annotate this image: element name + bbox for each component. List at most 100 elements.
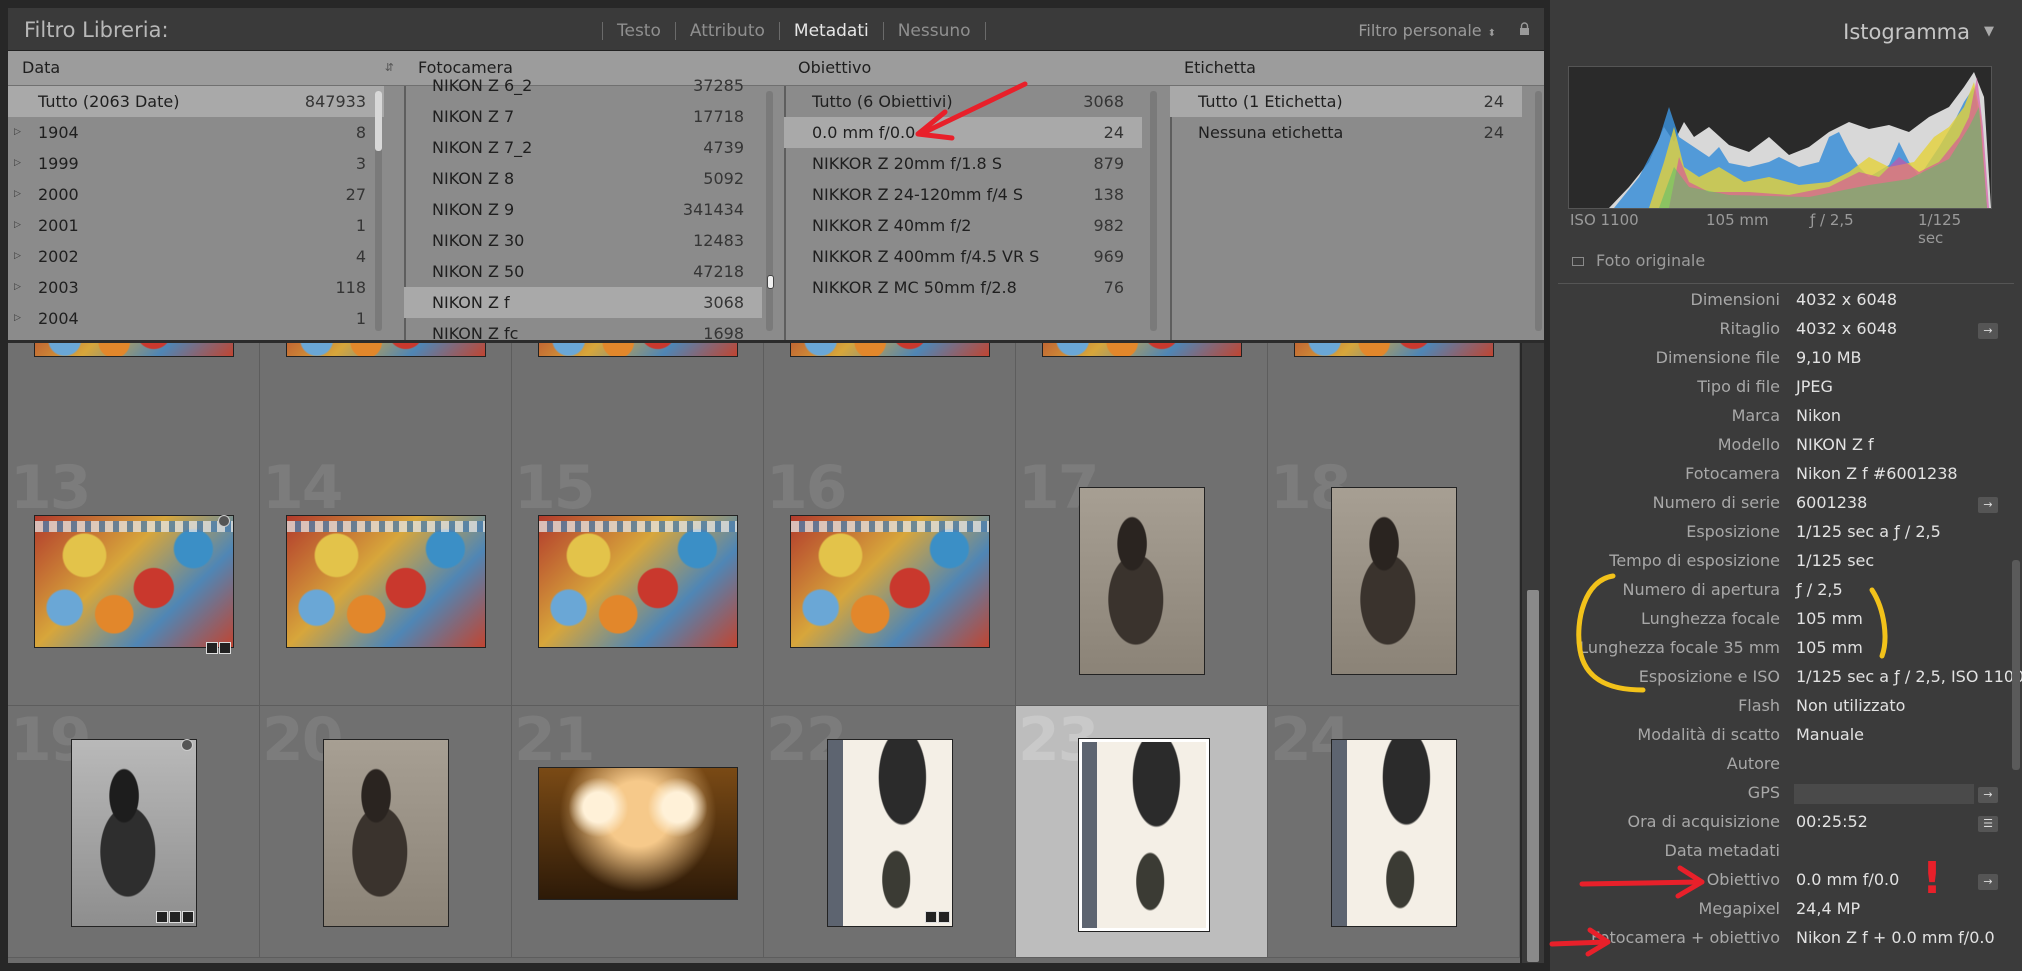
- filter-serial-arrow-icon[interactable]: →: [1978, 497, 1998, 513]
- list-item[interactable]: ▷ 2000 27: [8, 179, 384, 210]
- photo-thumbnail[interactable]: [1331, 739, 1457, 927]
- column-header[interactable]: Obiettivo: [784, 51, 1170, 86]
- photo-thumbnail[interactable]: [34, 343, 234, 357]
- grid-scroll-thumb[interactable]: [1527, 590, 1539, 962]
- column-header[interactable]: Data ⇵: [8, 51, 404, 86]
- expand-triangle-icon[interactable]: ▷: [14, 179, 21, 210]
- photo-thumbnail[interactable]: [1294, 343, 1494, 357]
- checkbox-icon[interactable]: [1572, 257, 1584, 266]
- photo-thumbnail[interactable]: [1078, 738, 1210, 932]
- gps-arrow-icon[interactable]: →: [1978, 787, 1998, 803]
- list-item[interactable]: ▷ 2004 1: [8, 303, 384, 334]
- list-item[interactable]: ▷ 1999 3: [8, 148, 384, 179]
- collapse-triangle-icon[interactable]: ▼: [1984, 24, 1994, 39]
- flag-circle-icon[interactable]: [181, 739, 193, 751]
- list-item[interactable]: NIKKOR Z 24-120mm f/4 S 138: [784, 179, 1142, 210]
- metadata-badge-icon[interactable]: [169, 911, 181, 923]
- list-item[interactable]: NIKON Z 50 47218: [404, 256, 762, 287]
- grid-cell[interactable]: 20: [260, 706, 512, 958]
- photo-thumbnail[interactable]: [790, 515, 990, 648]
- crop-badge-icon[interactable]: [219, 642, 231, 654]
- grid-cell[interactable]: 18: [1268, 454, 1520, 706]
- photo-thumbnail[interactable]: [323, 739, 449, 927]
- expand-triangle-icon[interactable]: ▷: [14, 117, 21, 148]
- grid-cell[interactable]: 14: [260, 454, 512, 706]
- tab-none[interactable]: Nessuno: [898, 21, 971, 41]
- photo-thumbnail[interactable]: [286, 515, 486, 648]
- list-item[interactable]: 0.0 mm f/0.0 24: [784, 117, 1142, 148]
- expand-triangle-icon[interactable]: ▷: [14, 148, 21, 179]
- photo-thumbnail[interactable]: [790, 343, 990, 357]
- list-item[interactable]: NIKKOR Z MC 50mm f/2.8 76: [784, 272, 1142, 303]
- list-item[interactable]: Tutto (6 Obiettivi) 3068: [784, 86, 1142, 117]
- list-item[interactable]: ▷ 2001 1: [8, 210, 384, 241]
- panel-scrollbar[interactable]: [2012, 560, 2020, 770]
- list-item[interactable]: ▷ 1904 8: [8, 117, 384, 148]
- photo-thumbnail[interactable]: [1042, 343, 1242, 357]
- original-photo-toggle[interactable]: Foto originale: [1572, 251, 1705, 270]
- photo-thumbnail[interactable]: [538, 343, 738, 357]
- list-item[interactable]: NIKON Z 7_2 4739: [404, 132, 762, 163]
- flag-circle-icon[interactable]: [218, 515, 230, 527]
- metadata-badge-icon[interactable]: [206, 642, 218, 654]
- list-item[interactable]: Tutto (1 Etichetta) 24: [1170, 86, 1522, 117]
- histogram-graph[interactable]: [1568, 66, 1992, 209]
- list-item[interactable]: NIKKOR Z 20mm f/1.8 S 879: [784, 148, 1142, 179]
- list-item[interactable]: NIKON Z 7 17718: [404, 101, 762, 132]
- lock-icon[interactable]: [1519, 22, 1530, 35]
- list-item[interactable]: NIKKOR Z 400mm f/4.5 VR S 969: [784, 241, 1142, 272]
- filter-preset-dropdown[interactable]: Filtro personale ⬍: [1358, 21, 1496, 40]
- column-scroll-thumb[interactable]: [767, 275, 774, 289]
- column-scrollbar[interactable]: [766, 91, 773, 331]
- list-item[interactable]: NIKON Z 8 5092: [404, 163, 762, 194]
- list-item[interactable]: NIKON Z 9 341434: [404, 194, 762, 225]
- expand-triangle-icon[interactable]: ▷: [14, 272, 21, 303]
- stack-badge-icon[interactable]: [156, 911, 168, 923]
- go-to-crop-arrow-icon[interactable]: →: [1978, 323, 1998, 339]
- tab-metadata[interactable]: Metadati: [794, 21, 869, 41]
- tab-attribute[interactable]: Attributo: [690, 21, 765, 41]
- crop-badge-icon[interactable]: [938, 911, 950, 923]
- column-scroll-thumb[interactable]: [375, 91, 382, 151]
- gps-field[interactable]: [1794, 784, 1974, 804]
- list-item[interactable]: NIKON Z 30 12483: [404, 225, 762, 256]
- grid-cell[interactable]: 15: [512, 454, 764, 706]
- photo-thumbnail[interactable]: [34, 515, 234, 648]
- photo-thumbnail[interactable]: [286, 343, 486, 357]
- list-item[interactable]: Tutto (2063 Date) 847933: [8, 86, 384, 117]
- grid-cell[interactable]: 17: [1016, 454, 1268, 706]
- list-item[interactable]: NIKON Z 6_2 37285: [404, 70, 762, 101]
- list-item[interactable]: ▷ 2002 4: [8, 241, 384, 272]
- list-item[interactable]: ▷ 2003 118: [8, 272, 384, 303]
- grid-cell[interactable]: 22: [764, 706, 1016, 958]
- photo-thumbnail[interactable]: [827, 739, 953, 927]
- grid-cell[interactable]: 24: [1268, 706, 1520, 958]
- list-item[interactable]: Nessuna etichetta 24: [1170, 117, 1522, 148]
- grid-cell[interactable]: 19: [8, 706, 260, 958]
- grid-cell[interactable]: 21: [512, 706, 764, 958]
- expand-triangle-icon[interactable]: ▷: [14, 241, 21, 272]
- grid-cell-selected[interactable]: 23: [1016, 706, 1268, 958]
- expand-triangle-icon[interactable]: ▷: [14, 210, 21, 241]
- expand-triangle-icon[interactable]: ▷: [14, 303, 21, 334]
- metadata-badge-icon[interactable]: [925, 911, 937, 923]
- tab-text[interactable]: Testo: [617, 21, 661, 41]
- crop-badge-icon[interactable]: [182, 911, 194, 923]
- photo-thumbnail[interactable]: [1331, 487, 1457, 675]
- histogram-title[interactable]: Istogramma: [1843, 20, 1970, 44]
- list-item[interactable]: NIKON Z f 3068: [404, 287, 762, 318]
- lens-filter-arrow-icon[interactable]: →: [1978, 874, 1998, 890]
- photo-thumbnail[interactable]: [538, 767, 738, 900]
- photo-thumbnail[interactable]: [71, 739, 197, 927]
- grid-cell[interactable]: 13: [8, 454, 260, 706]
- photo-thumbnail[interactable]: [1079, 487, 1205, 675]
- photo-thumbnail[interactable]: [538, 515, 738, 648]
- column-scrollbar[interactable]: [1535, 91, 1542, 331]
- list-item[interactable]: NIKON Z fc 1698: [404, 318, 762, 340]
- edit-capture-time-icon[interactable]: ☰: [1978, 816, 1998, 832]
- column-header[interactable]: Etichetta: [1170, 51, 1544, 86]
- grid-cell[interactable]: 16: [764, 454, 1016, 706]
- column-scrollbar[interactable]: [1150, 91, 1157, 331]
- list-item[interactable]: NIKKOR Z 40mm f/2 982: [784, 210, 1142, 241]
- sort-icon[interactable]: ⇵: [385, 51, 394, 85]
